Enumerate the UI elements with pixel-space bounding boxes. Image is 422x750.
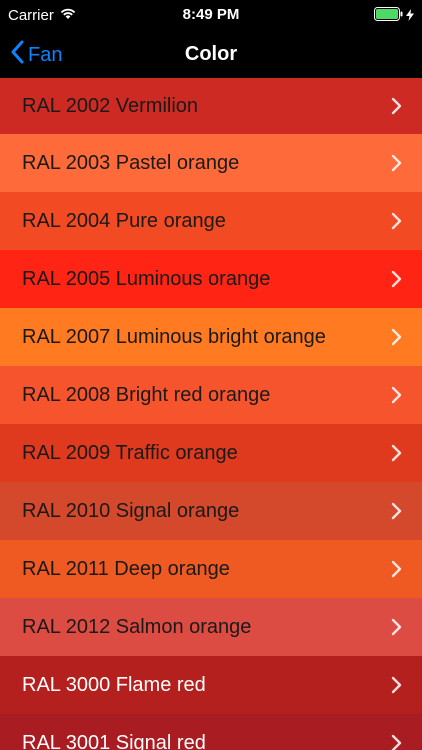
chevron-right-icon	[391, 502, 402, 520]
color-row-label: RAL 3000 Flame red	[22, 673, 206, 696]
chevron-right-icon	[391, 444, 402, 462]
color-row-label: RAL 2003 Pastel orange	[22, 151, 240, 174]
chevron-right-icon	[391, 676, 402, 694]
color-row-label: RAL 2010 Signal orange	[22, 499, 240, 522]
status-bar: Carrier 8:49 PM	[0, 0, 422, 30]
color-row[interactable]: RAL 2011 Deep orange	[0, 540, 422, 598]
color-row[interactable]: RAL 2003 Pastel orange	[0, 134, 422, 192]
chevron-right-icon	[391, 212, 402, 230]
color-row-label: RAL 2005 Luminous orange	[22, 267, 271, 290]
color-row-label: RAL 2012 Salmon orange	[22, 615, 252, 638]
color-row[interactable]: RAL 2007 Luminous bright orange	[0, 308, 422, 366]
chevron-right-icon	[391, 386, 402, 404]
color-row-label: RAL 2008 Bright red orange	[22, 383, 271, 406]
chevron-right-icon	[391, 270, 402, 288]
color-row-label: RAL 2007 Luminous bright orange	[22, 325, 326, 348]
color-row[interactable]: RAL 2010 Signal orange	[0, 482, 422, 540]
color-row[interactable]: RAL 2012 Salmon orange	[0, 598, 422, 656]
battery-icon	[374, 7, 404, 26]
color-row[interactable]: RAL 2009 Traffic orange	[0, 424, 422, 482]
color-row-label: RAL 2004 Pure orange	[22, 209, 226, 232]
color-row[interactable]: RAL 2008 Bright red orange	[0, 366, 422, 424]
color-row-label: RAL 2009 Traffic orange	[22, 441, 238, 464]
color-row-label: RAL 2002 Vermilion	[22, 94, 199, 117]
status-time: 8:49 PM	[182, 6, 240, 23]
chevron-right-icon	[391, 154, 402, 172]
color-row[interactable]: RAL 3000 Flame red	[0, 656, 422, 714]
screen: Carrier 8:49 PM Fan Color RAL 2002 Vermi…	[0, 0, 422, 750]
chevron-right-icon	[391, 734, 402, 750]
charging-icon	[406, 8, 414, 26]
color-row[interactable]: RAL 3001 Signal red	[0, 714, 422, 750]
color-row-label: RAL 3001 Signal red	[22, 731, 206, 750]
page-title: Color	[184, 43, 238, 65]
color-row[interactable]: RAL 2002 Vermilion	[0, 78, 422, 134]
chevron-right-icon	[391, 560, 402, 578]
color-list[interactable]: RAL 2002 Vermilion RAL 2003 Pastel orange…	[0, 78, 422, 750]
color-row[interactable]: RAL 2004 Pure orange	[0, 192, 422, 250]
chevron-right-icon	[391, 618, 402, 636]
status-right	[374, 7, 414, 26]
chevron-right-icon	[391, 328, 402, 346]
color-row-label: RAL 2011 Deep orange	[22, 557, 230, 580]
chevron-right-icon	[391, 97, 402, 115]
color-row[interactable]: RAL 2005 Luminous orange	[0, 250, 422, 308]
navigation-bar: Fan Color	[0, 30, 422, 79]
